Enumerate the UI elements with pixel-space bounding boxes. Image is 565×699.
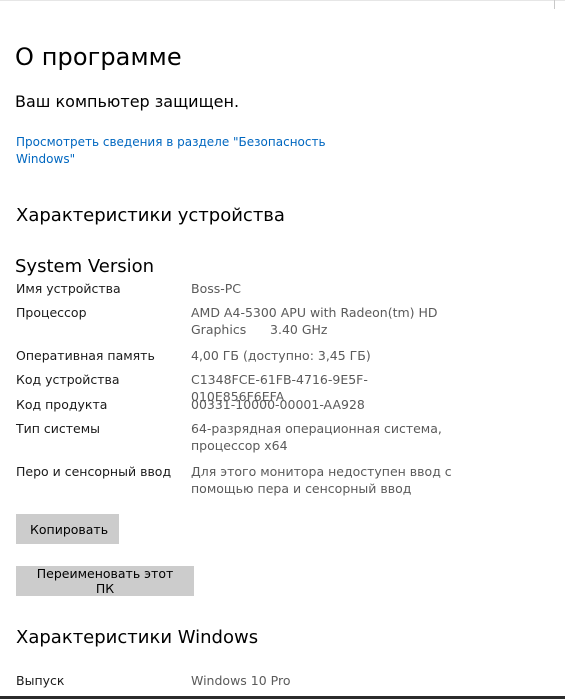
spec-value-pen-touch: Для этого монитора недоступен ввод с пом… [191, 464, 452, 496]
spec-value-edition: Windows 10 Pro [191, 673, 291, 688]
system-version-heading: System Version [15, 256, 155, 277]
rename-pc-button[interactable]: Переименовать этот ПК [16, 566, 194, 596]
spec-value-ram: 4,00 ГБ (доступно: 3,45 ГБ) [191, 348, 371, 363]
spec-label-processor: Процессор [16, 305, 87, 320]
spec-value-system-type: 64-разрядная операционная система, проце… [191, 421, 442, 453]
spec-label-pen-touch: Перо и сенсорный ввод [16, 464, 172, 479]
spec-label-ram: Оперативная память [16, 348, 155, 363]
spec-label-product-id: Код продукта [16, 397, 108, 412]
spec-label-device-id: Код устройства [16, 372, 120, 387]
top-divider [0, 0, 565, 1]
device-specs-heading: Характеристики устройства [16, 205, 285, 226]
windows-specs-heading: Характеристики Windows [16, 627, 259, 648]
about-page: О программе Ваш компьютер защищен. Просм… [0, 0, 565, 699]
spec-value-product-id: 00331-10000-00001-AA928 [191, 397, 365, 412]
copy-button[interactable]: Копировать [16, 514, 119, 544]
spec-label-system-type: Тип системы [16, 421, 101, 436]
spec-label-edition: Выпуск [16, 673, 65, 688]
spec-value-device-name: Boss-PC [191, 281, 242, 296]
spec-value-processor: AMD A4-5300 APU with Radeon(tm) HD Graph… [191, 305, 442, 337]
window-edge-mark [554, 0, 555, 9]
windows-security-link[interactable]: Просмотреть сведения в разделе "Безопасн… [16, 134, 336, 168]
spec-label-device-name: Имя устройства [16, 281, 121, 296]
page-title: О программе [15, 43, 182, 71]
protection-status: Ваш компьютер защищен. [15, 92, 240, 111]
